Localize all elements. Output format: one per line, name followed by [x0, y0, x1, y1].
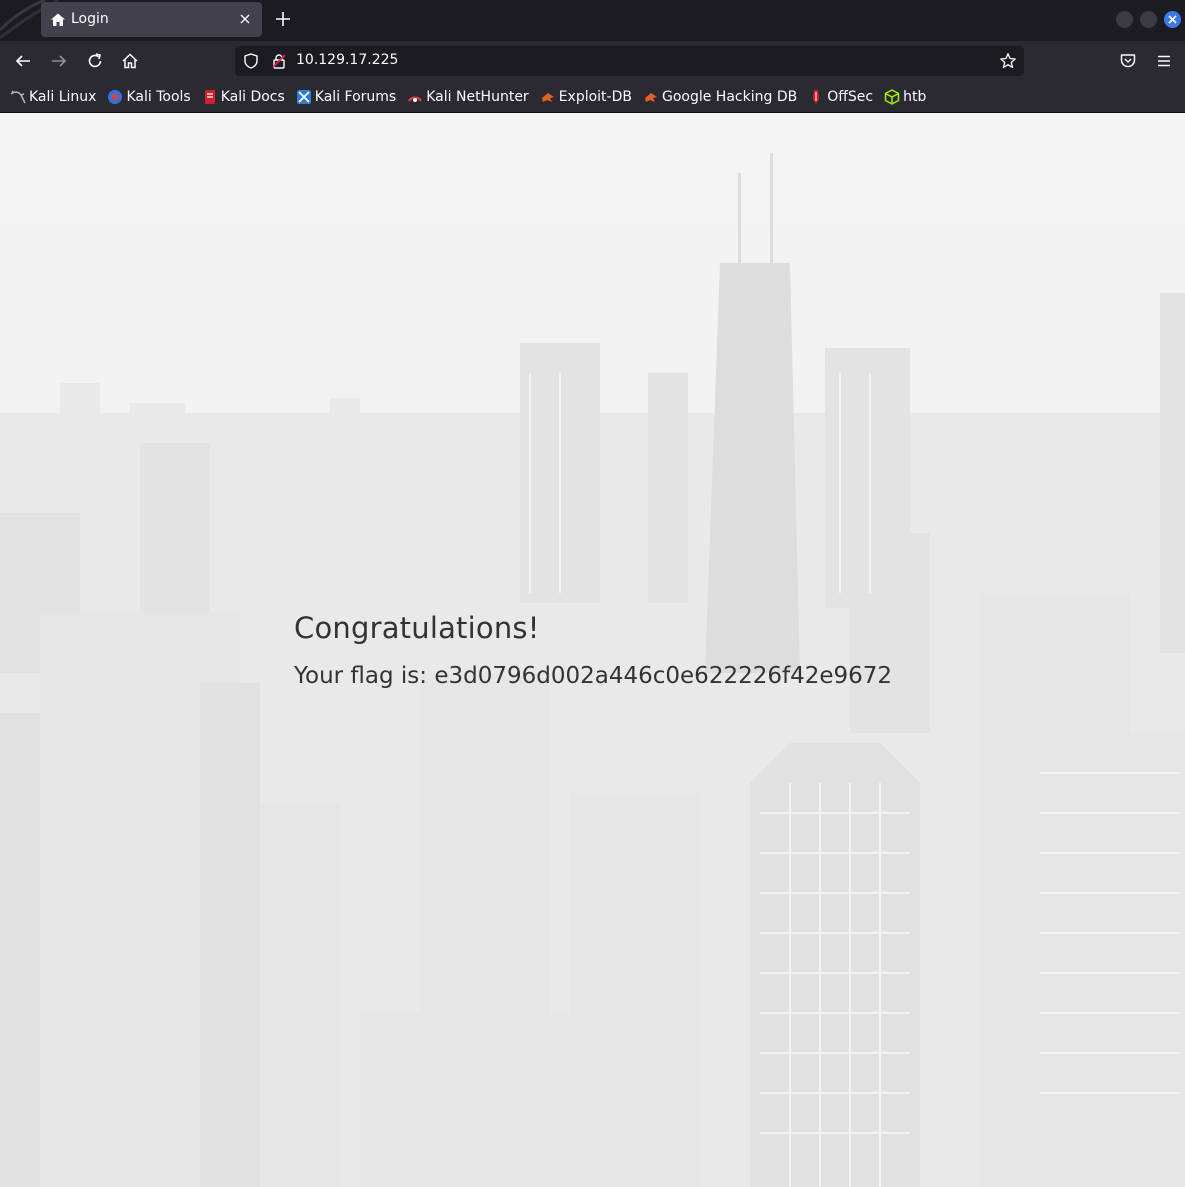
- reload-icon[interactable]: [86, 52, 104, 70]
- flag-line: Your flag is: e3d0796d002a446c0e622226f4…: [294, 663, 892, 689]
- kali-forums-icon: [296, 89, 311, 104]
- navigation-toolbar: 10.129.17.225: [0, 41, 1185, 81]
- bookmark-label: Kali Forums: [314, 88, 397, 105]
- bookmark-label: htb: [903, 88, 927, 105]
- back-icon[interactable]: [14, 52, 32, 70]
- bookmark-label: Exploit-DB: [558, 88, 632, 105]
- url-text[interactable]: 10.129.17.225: [296, 52, 398, 68]
- bookmark-label: Kali Docs: [220, 88, 285, 105]
- bookmark-label: Google Hacking DB: [661, 88, 798, 105]
- home-icon: [51, 13, 65, 26]
- bookmark-kali-docs[interactable]: Kali Docs: [202, 89, 285, 105]
- kali-nethunter-icon: [408, 95, 423, 102]
- kali-docs-icon: [204, 89, 215, 104]
- close-window-button[interactable]: [1164, 11, 1181, 28]
- page-heading: Congratulations!: [294, 611, 540, 645]
- bookmark-htb[interactable]: htb: [884, 89, 926, 105]
- new-tab-icon[interactable]: [274, 10, 292, 28]
- bookmark-label: OffSec: [827, 88, 874, 105]
- bookmark-kali-nethunter[interactable]: Kali NetHunter: [407, 88, 529, 105]
- pocket-icon[interactable]: [1119, 52, 1137, 70]
- bookmark-kali-linux[interactable]: Kali Linux: [10, 89, 96, 105]
- kali-dragon-icon: [10, 89, 26, 103]
- menu-hamburger-icon[interactable]: [1155, 52, 1173, 70]
- kali-tools-icon: [108, 89, 123, 104]
- bookmark-google-hacking-db[interactable]: Google Hacking DB: [643, 89, 797, 105]
- flag-label: Your flag is:: [294, 663, 428, 689]
- tab-strip: Login: [0, 0, 1185, 41]
- address-bar[interactable]: 10.129.17.225: [235, 46, 1024, 76]
- browser-window: Login 10.129.17.225 Kali Linux Kali Tool…: [0, 0, 1185, 1187]
- offsec-icon: [813, 89, 820, 104]
- htb-cube-icon: [884, 88, 900, 105]
- bookmark-kali-tools[interactable]: Kali Tools: [107, 88, 191, 105]
- bookmark-star-icon[interactable]: [999, 52, 1017, 70]
- page-content: Congratulations! Your flag is: e3d0796d0…: [0, 113, 1185, 1187]
- bookmark-label: Kali Linux: [29, 88, 97, 105]
- close-icon: [1168, 15, 1177, 24]
- home-icon[interactable]: [121, 52, 139, 70]
- maximize-button[interactable]: [1140, 11, 1157, 28]
- congratulations-message: Congratulations! Your flag is: e3d0796d0…: [294, 611, 892, 689]
- exploit-db-icon: [541, 92, 554, 102]
- insecure-lock-icon[interactable]: [271, 53, 287, 69]
- tracking-protection-shield-icon[interactable]: [243, 53, 259, 69]
- tab-title: Login: [71, 11, 109, 27]
- bookmark-kali-forums[interactable]: Kali Forums: [296, 89, 396, 105]
- bookmark-label: Kali NetHunter: [426, 88, 529, 105]
- bookmark-exploit-db[interactable]: Exploit-DB: [540, 89, 632, 105]
- flag-value: e3d0796d002a446c0e622226f42e9672: [434, 663, 893, 689]
- bookmarks-toolbar: Kali Linux Kali Tools Kali Docs Kali For…: [0, 81, 1185, 113]
- tab-login[interactable]: Login: [41, 2, 262, 37]
- ghdb-icon: [644, 92, 657, 102]
- close-tab-icon[interactable]: [237, 11, 253, 27]
- bookmark-offsec[interactable]: OffSec: [808, 89, 873, 105]
- bookmark-label: Kali Tools: [126, 88, 191, 105]
- forward-icon[interactable]: [50, 52, 68, 70]
- minimize-button[interactable]: [1116, 11, 1133, 28]
